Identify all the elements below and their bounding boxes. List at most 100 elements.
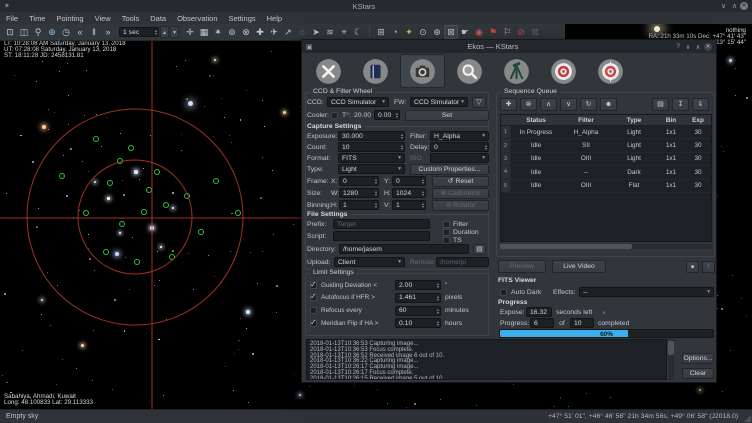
stop-sequence-button[interactable]: ■ bbox=[686, 261, 699, 273]
reset-frame-button[interactable]: ↺Reset bbox=[432, 176, 489, 187]
time-step-widget[interactable]: 1 sec ▲ ▼ bbox=[119, 26, 179, 38]
limit-value-input[interactable]: 2.00 bbox=[395, 280, 441, 290]
queue-row[interactable]: 3IdleOIIILight1x130 bbox=[501, 153, 711, 166]
binning-v-input[interactable]: 1 bbox=[392, 200, 426, 210]
frame-x-input[interactable]: 0 bbox=[339, 176, 379, 186]
constellation-lines-icon[interactable]: ➤ bbox=[309, 25, 323, 39]
moon-phase-icon[interactable]: ☾ bbox=[351, 25, 365, 39]
dialog-titlebar[interactable]: ▣ Ekos — KStars ? ∨ ∧ ✕ bbox=[302, 40, 716, 53]
set-geolocation-icon[interactable]: ⊕ bbox=[45, 25, 59, 39]
clear-button[interactable]: Clear bbox=[682, 368, 714, 379]
menu-observation[interactable]: Observation bbox=[177, 14, 217, 23]
record-sky-icon[interactable]: ◉ bbox=[472, 25, 486, 39]
reset-jobs-icon[interactable]: ↻ bbox=[580, 98, 597, 111]
menu-help[interactable]: Help bbox=[267, 14, 282, 23]
queue-row[interactable]: 4Idle--Dark1x130 bbox=[501, 166, 711, 179]
maximize-button[interactable]: ∧ bbox=[729, 2, 740, 10]
limit-checkbox[interactable] bbox=[310, 282, 317, 289]
options-button[interactable]: Options... bbox=[682, 353, 714, 364]
tab-guide[interactable] bbox=[588, 54, 633, 88]
prefix-input[interactable]: Target bbox=[333, 219, 430, 229]
custom-properties-button[interactable]: Custom Properties... bbox=[410, 164, 489, 175]
exposure-input[interactable]: 30.000 bbox=[338, 131, 405, 141]
tab-focus[interactable] bbox=[447, 54, 492, 88]
observer-icon[interactable]: ☻ bbox=[600, 98, 617, 111]
add-job-icon[interactable]: ✚ bbox=[500, 98, 517, 111]
pan-hand-icon[interactable]: ☛ bbox=[458, 25, 472, 39]
telescope-target-icon[interactable]: ⌖ bbox=[337, 25, 351, 39]
queue-corner[interactable] bbox=[501, 115, 511, 125]
tab-scheduler[interactable] bbox=[353, 54, 398, 88]
delay-input[interactable]: 0 bbox=[430, 142, 489, 152]
temperature-setpoint[interactable]: 0.00 bbox=[374, 110, 400, 120]
menu-time[interactable]: Time bbox=[29, 14, 45, 23]
directory-input[interactable]: /home/jasem bbox=[339, 244, 469, 254]
lock-position-icon[interactable]: ⊠ bbox=[444, 25, 458, 39]
coordinate-grid-icon[interactable]: ⊞ bbox=[374, 25, 388, 39]
script-input[interactable] bbox=[333, 231, 430, 241]
queue-row[interactable]: 1In ProgressH_AlphaLight1x130 bbox=[501, 126, 711, 139]
zoom-fit-icon[interactable]: ⊡ bbox=[3, 25, 17, 39]
dialog-minimize-button[interactable]: ∨ bbox=[683, 43, 693, 51]
menu-tools[interactable]: Tools bbox=[122, 14, 140, 23]
queue-row[interactable]: 5IdleOIIIFlat1x130 bbox=[501, 180, 711, 193]
milky-way-icon[interactable]: ≋ bbox=[323, 25, 337, 39]
lock-disabled-icon[interactable]: ⊠ bbox=[528, 25, 542, 39]
save-sequence-icon[interactable]: ↧ bbox=[672, 98, 689, 111]
show-deep-sky-icon[interactable]: ⊗ bbox=[239, 25, 253, 39]
ccd-select[interactable]: CCD Simulator bbox=[327, 97, 389, 107]
close-button[interactable]: ✕ bbox=[740, 2, 748, 10]
time-step-up-icon[interactable]: ▲ bbox=[160, 26, 169, 38]
pointing-mode-icon[interactable]: ✛ bbox=[183, 25, 197, 39]
filter-manager-button[interactable]: ▽ bbox=[472, 97, 486, 108]
limit-checkbox[interactable] bbox=[310, 294, 317, 301]
type-select[interactable]: Light bbox=[338, 164, 405, 174]
live-video-button[interactable]: Live Video bbox=[552, 260, 606, 273]
sequence-queue-table[interactable]: StatusFilterTypeBinExp1In ProgressH_Alph… bbox=[500, 114, 712, 242]
show-stars-icon[interactable]: ✶ bbox=[211, 25, 225, 39]
whats-interesting-icon[interactable]: ✦ bbox=[402, 25, 416, 39]
show-comets-icon[interactable]: ↗ bbox=[281, 25, 295, 39]
eyepiece-view-icon[interactable]: ⊙ bbox=[416, 25, 430, 39]
fw-select[interactable]: CCD Simulator bbox=[410, 97, 468, 107]
dialog-close-button[interactable]: ✕ bbox=[704, 43, 712, 51]
binning-h-input[interactable]: 1 bbox=[339, 200, 379, 210]
tab-mount[interactable] bbox=[494, 54, 539, 88]
open-sequence-icon[interactable]: ▤ bbox=[652, 98, 669, 111]
dialog-maximize-button[interactable]: ∧ bbox=[693, 43, 703, 51]
fov-symbol-icon[interactable]: ✚ bbox=[253, 25, 267, 39]
queue-row[interactable]: 2IdleSIILight1x130 bbox=[501, 139, 711, 152]
auto-dark-checkbox[interactable] bbox=[500, 289, 507, 296]
cooler-checkbox[interactable] bbox=[331, 112, 338, 119]
queue-column-status[interactable]: Status bbox=[511, 115, 561, 125]
limit-value-input[interactable]: 60 bbox=[395, 306, 441, 316]
queue-hscrollbar[interactable] bbox=[500, 244, 712, 249]
tab-setup[interactable] bbox=[306, 54, 351, 88]
menu-file[interactable]: File bbox=[6, 14, 18, 23]
queue-column-filter[interactable]: Filter bbox=[561, 115, 611, 125]
telescope-crosshair-icon[interactable]: ⊕ bbox=[430, 25, 444, 39]
dialog-help-button[interactable]: ? bbox=[673, 43, 683, 50]
step-back-icon[interactable]: « bbox=[73, 25, 87, 39]
menu-view[interactable]: View bbox=[95, 14, 111, 23]
queue-column-exp[interactable]: Exp bbox=[685, 115, 711, 125]
set-time-icon[interactable]: ◷ bbox=[59, 25, 73, 39]
remove-job-icon[interactable]: ⊗ bbox=[520, 98, 537, 111]
move-job-down-icon[interactable]: ∨ bbox=[560, 98, 577, 111]
resize-grip[interactable] bbox=[744, 415, 751, 422]
upload-select[interactable]: Client bbox=[334, 257, 405, 267]
frame-y-input[interactable]: 0 bbox=[392, 176, 426, 186]
limit-value-input[interactable]: 1.461 bbox=[395, 293, 441, 303]
tab-align[interactable] bbox=[541, 54, 586, 88]
save-sequence-as-icon[interactable]: ⇓ bbox=[692, 98, 709, 111]
toggle-clock-icon[interactable]: ‖ bbox=[87, 25, 101, 39]
count-input[interactable]: 10 bbox=[338, 142, 405, 152]
capture-sky-icon[interactable]: ◫ bbox=[17, 25, 31, 39]
limit-checkbox[interactable] bbox=[310, 320, 317, 327]
add-flag-icon[interactable]: ⚐ bbox=[500, 25, 514, 39]
size-h-input[interactable]: 1024 bbox=[392, 188, 426, 198]
effects-select[interactable]: -- bbox=[579, 287, 714, 297]
set-temperature-button[interactable]: Set bbox=[405, 110, 489, 121]
queue-column-bin[interactable]: Bin bbox=[657, 115, 685, 125]
move-job-up-icon[interactable]: ∧ bbox=[540, 98, 557, 111]
